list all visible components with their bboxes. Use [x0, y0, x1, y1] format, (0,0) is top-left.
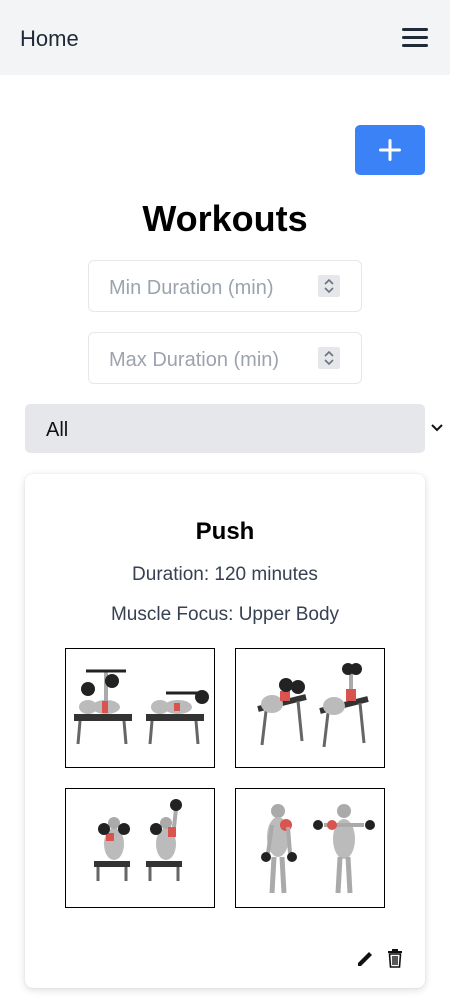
- page-title: Workouts: [142, 198, 308, 239]
- home-link[interactable]: Home: [20, 26, 79, 52]
- min-duration-stepper[interactable]: [318, 275, 340, 297]
- top-navbar: Home: [0, 0, 450, 75]
- plus-icon: [379, 139, 401, 161]
- workout-duration: Duration: 120 minutes: [132, 564, 318, 585]
- max-duration-placeholder: Max Duration (min): [109, 349, 280, 371]
- delete-trash-icon[interactable]: [386, 948, 404, 968]
- chevron-down-icon: [431, 424, 443, 432]
- max-duration-stepper[interactable]: [318, 347, 340, 369]
- muscle-focus-select[interactable]: All: [25, 404, 443, 453]
- add-workout-button[interactable]: [355, 125, 425, 175]
- max-duration-input[interactable]: Max Duration (min): [88, 332, 362, 384]
- workout-muscle-focus: Muscle Focus: Upper Body: [110, 604, 340, 625]
- min-duration-placeholder: Min Duration (min): [109, 277, 274, 299]
- edit-pencil-icon[interactable]: [355, 949, 375, 969]
- dumbbell-fly-exercise-illustration: [235, 648, 385, 768]
- hamburger-menu-icon[interactable]: [400, 26, 430, 50]
- min-duration-input[interactable]: Min Duration (min): [88, 260, 362, 312]
- spin-arrows-icon: [324, 350, 334, 366]
- spin-arrows-icon: [324, 278, 334, 294]
- lateral-raise-exercise-illustration: [235, 788, 385, 908]
- workout-name: Push: [195, 518, 255, 545]
- bench-press-exercise-illustration: [65, 648, 215, 768]
- shoulder-press-exercise-illustration: [65, 788, 215, 908]
- workout-card: Push Duration: 120 minutes Muscle Focus:…: [25, 474, 425, 988]
- muscle-focus-selected: All: [46, 419, 69, 441]
